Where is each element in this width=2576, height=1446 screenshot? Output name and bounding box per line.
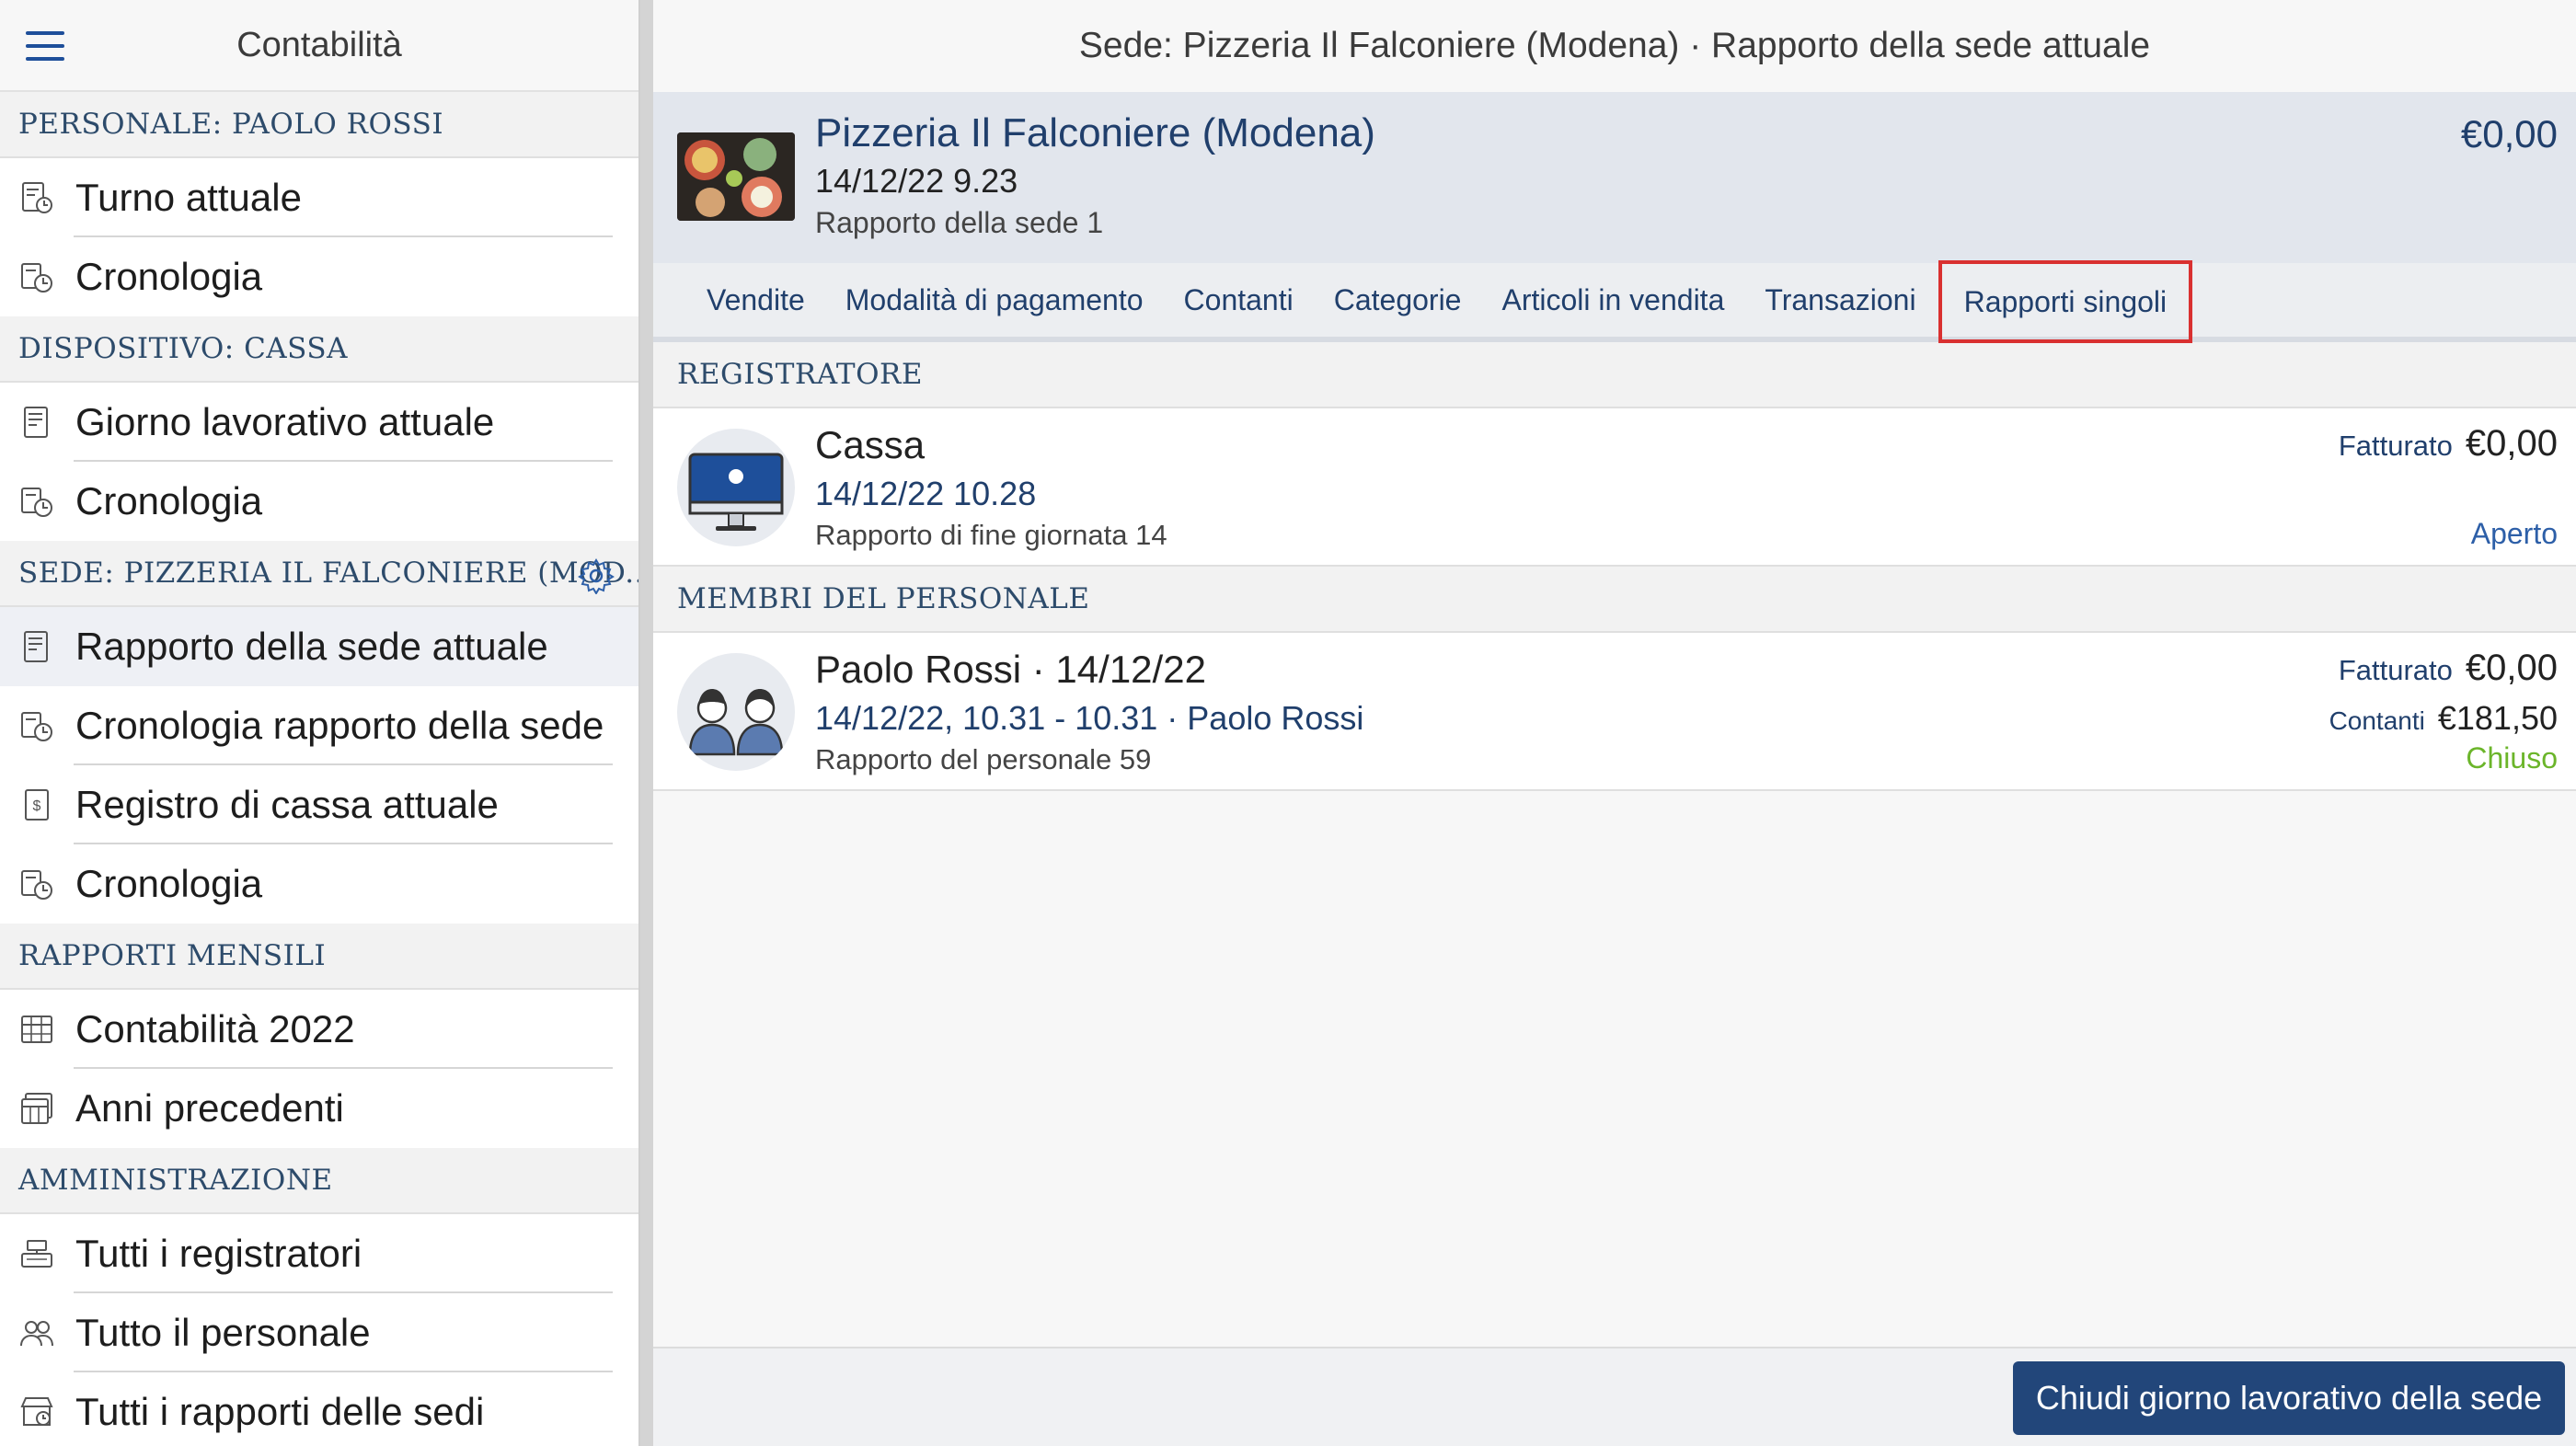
sidebar-item-label: Tutti i registratori bbox=[75, 1232, 362, 1275]
report-tabs: Vendite Modalità di pagamento Contanti C… bbox=[653, 260, 2576, 343]
sidebar-item-current-venue-report[interactable]: Rapporto della sede attuale bbox=[0, 607, 638, 686]
staff-people-icon bbox=[688, 689, 784, 756]
close-workday-button[interactable]: Chiudi giorno lavorativo della sede bbox=[2013, 1361, 2565, 1435]
sidebar-item-label: Cronologia bbox=[75, 479, 263, 522]
status-badge: Chiuso bbox=[2466, 741, 2558, 775]
sidebar-header: Contabilità bbox=[0, 0, 638, 92]
sidebar-item-current-shift[interactable]: Turno attuale bbox=[0, 158, 638, 237]
sidebar-item-venue-report-history[interactable]: Cronologia rapporto della sede bbox=[0, 686, 638, 765]
main-panel: Sede: Pizzeria Il Falconiere (Modena) · … bbox=[653, 0, 2576, 1446]
cash-book-icon: $ bbox=[25, 789, 49, 821]
section-header-device: DISPOSITIVO: CASSA bbox=[0, 316, 638, 383]
history-icon bbox=[21, 712, 52, 741]
tab-payment-methods[interactable]: Modalità di pagamento bbox=[845, 260, 1144, 339]
revenue-label: Fatturato bbox=[2338, 654, 2453, 686]
section-header-staff-members: MEMBRI DEL PERSONALE bbox=[653, 567, 2576, 633]
tab-transactions[interactable]: Transazioni bbox=[1765, 260, 1915, 339]
register-report-row[interactable]: Cassa 14/12/22 10.28 Rapporto di fine gi… bbox=[653, 408, 2576, 567]
staff-avatar bbox=[677, 653, 795, 771]
register-report-number: Rapporto di fine giornata 14 bbox=[815, 519, 1167, 551]
section-header-registers: REGISTRATORE bbox=[653, 342, 2576, 408]
sidebar-item-previous-years[interactable]: Anni precedenti bbox=[0, 1069, 638, 1148]
footer-bar: Chiudi giorno lavorativo della sede bbox=[653, 1347, 2576, 1446]
hamburger-menu-icon[interactable] bbox=[26, 31, 64, 61]
register-icon bbox=[21, 1240, 52, 1268]
section-header-monthly: RAPPORTI MENSILI bbox=[0, 924, 638, 990]
sidebar-item-label: Registro di cassa attuale bbox=[75, 783, 499, 826]
revenue-label: Fatturato bbox=[2338, 430, 2453, 462]
computer-icon bbox=[688, 453, 784, 531]
sidebar-item-cash-book-history[interactable]: Cronologia bbox=[0, 844, 638, 924]
sidebar-item-device-history[interactable]: Cronologia bbox=[0, 462, 638, 541]
history-icon bbox=[21, 488, 52, 517]
receipt-icon bbox=[24, 407, 48, 438]
venue-date: 14/12/22 9.23 bbox=[815, 162, 1018, 200]
staff-report-title: Paolo Rossi · 14/12/22 bbox=[815, 648, 1206, 691]
register-revenue: Fatturato €0,00 bbox=[2339, 423, 2558, 465]
tab-items-sold[interactable]: Articoli in vendita bbox=[1501, 260, 1724, 339]
cash-label: Contanti bbox=[2329, 706, 2425, 735]
tab-cash[interactable]: Contanti bbox=[1184, 260, 1294, 339]
cash-value: €181,50 bbox=[2437, 699, 2558, 737]
staff-report-date: 14/12/22, 10.31 - 10.31 · Paolo Rossi bbox=[815, 699, 1364, 737]
sidebar: Contabilità PERSONALE: PAOLO ROSSI Turno… bbox=[0, 0, 638, 1446]
status-badge: Aperto bbox=[2470, 517, 2558, 550]
sidebar-item-label: Rapporto della sede attuale bbox=[75, 625, 548, 668]
history-icon bbox=[21, 870, 52, 900]
venue-name: Pizzeria Il Falconiere (Modena) bbox=[815, 110, 1375, 155]
section-header-staff: PERSONALE: PAOLO ROSSI bbox=[0, 92, 638, 158]
sidebar-item-current-cash-book[interactable]: $ Registro di cassa attuale bbox=[0, 765, 638, 844]
staff-revenue: Fatturato €0,00 bbox=[2339, 648, 2558, 689]
history-icon bbox=[21, 263, 52, 293]
revenue-value: €0,00 bbox=[2465, 648, 2558, 688]
staff-cash: Contanti €181,50 bbox=[2329, 699, 2558, 738]
section-header-venue-label: SEDE: PIZZERIA IL FALCONIERE (MOD... bbox=[18, 557, 638, 590]
sidebar-item-all-venue-reports[interactable]: Tutti i rapporti delle sedi bbox=[0, 1372, 638, 1446]
receipt-icon bbox=[24, 631, 48, 662]
sidebar-item-label: Cronologia bbox=[75, 255, 263, 298]
sidebar-item-accounting-2022[interactable]: Contabilità 2022 bbox=[0, 990, 638, 1069]
sidebar-item-all-staff[interactable]: Tutto il personale bbox=[0, 1293, 638, 1372]
sidebar-item-label: Anni precedenti bbox=[75, 1086, 344, 1130]
register-name: Cassa bbox=[815, 423, 926, 466]
svg-text:$: $ bbox=[33, 798, 41, 814]
sidebar-item-label: Contabilità 2022 bbox=[75, 1007, 355, 1050]
store-report-icon bbox=[20, 1397, 53, 1426]
tab-sales[interactable]: Vendite bbox=[707, 260, 805, 339]
sidebar-item-current-workday[interactable]: Giorno lavorativo attuale bbox=[0, 383, 638, 462]
sidebar-item-staff-history[interactable]: Cronologia bbox=[0, 237, 638, 316]
sidebar-item-all-registers[interactable]: Tutti i registratori bbox=[0, 1214, 638, 1293]
tab-categories[interactable]: Categorie bbox=[1334, 260, 1462, 339]
split-view-divider[interactable] bbox=[638, 0, 653, 1446]
people-icon bbox=[20, 1321, 53, 1347]
gear-icon[interactable] bbox=[578, 557, 615, 594]
sidebar-item-label: Turno attuale bbox=[75, 176, 302, 219]
sidebar-item-label: Tutti i rapporti delle sedi bbox=[75, 1390, 485, 1433]
register-avatar bbox=[677, 429, 795, 546]
venue-photo bbox=[677, 132, 795, 221]
section-header-admin: AMMINISTRAZIONE bbox=[0, 1148, 638, 1214]
calendar-stack-icon bbox=[21, 1093, 52, 1124]
staff-report-number: Rapporto del personale 59 bbox=[815, 743, 1152, 775]
sidebar-title: Contabilità bbox=[236, 25, 402, 64]
sidebar-item-label: Cronologia rapporto della sede bbox=[75, 704, 604, 747]
section-header-venue: SEDE: PIZZERIA IL FALCONIERE (MOD... bbox=[0, 541, 638, 607]
sidebar-item-label: Tutto il personale bbox=[75, 1311, 371, 1354]
venue-report-number: Rapporto della sede 1 bbox=[815, 206, 1104, 239]
main-header-title: Sede: Pizzeria Il Falconiere (Modena) · … bbox=[653, 0, 2576, 92]
sidebar-item-label: Giorno lavorativo attuale bbox=[75, 400, 495, 443]
receipt-clock-icon bbox=[22, 182, 52, 213]
register-date: 14/12/22 10.28 bbox=[815, 475, 1037, 512]
staff-report-row[interactable]: Paolo Rossi · 14/12/22 14/12/22, 10.31 -… bbox=[653, 633, 2576, 791]
tab-individual-reports[interactable]: Rapporti singoli bbox=[1938, 260, 2193, 343]
revenue-value: €0,00 bbox=[2465, 423, 2558, 464]
sidebar-item-label: Cronologia bbox=[75, 862, 263, 905]
venue-amount: €0,00 bbox=[2460, 112, 2558, 155]
calendar-grid-icon bbox=[21, 1016, 52, 1043]
venue-summary: Pizzeria Il Falconiere (Modena) 14/12/22… bbox=[653, 92, 2576, 263]
